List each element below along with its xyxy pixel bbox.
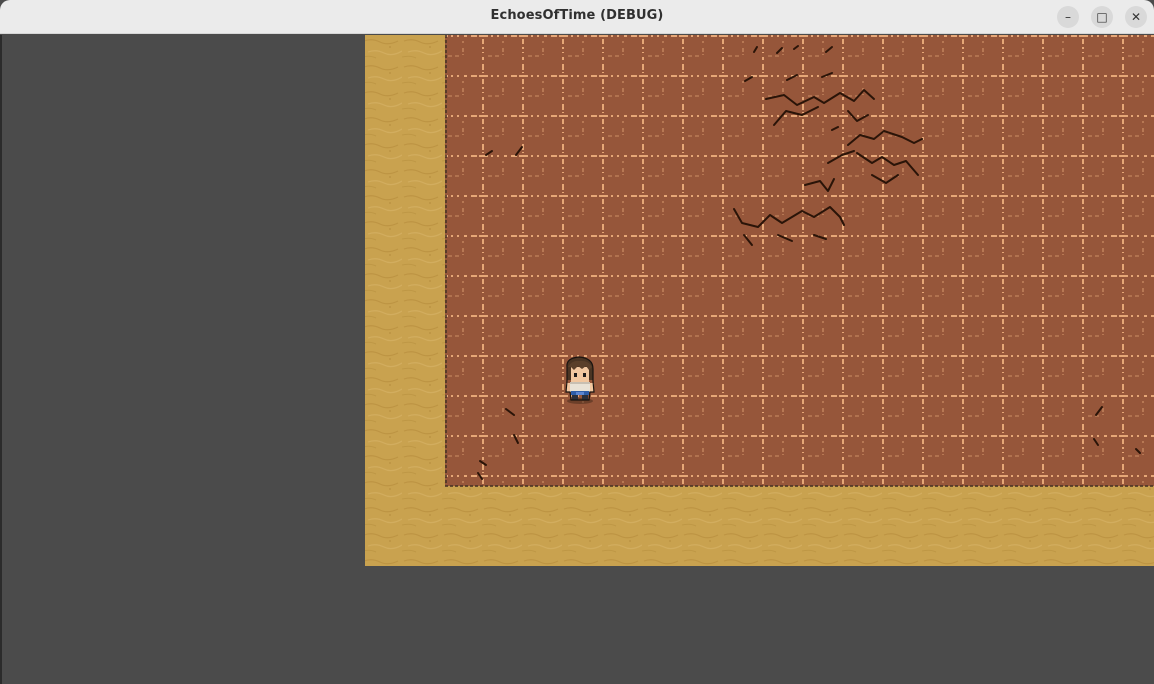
- maximize-button[interactable]: □: [1091, 6, 1113, 28]
- brick-floor: [445, 35, 1154, 486]
- close-icon: ✕: [1130, 10, 1142, 24]
- app-window: EchoesOfTime (DEBUG) – □ ✕: [0, 0, 1154, 684]
- window-title: EchoesOfTime (DEBUG): [490, 8, 664, 23]
- maximize-icon: □: [1096, 10, 1108, 24]
- minimize-button[interactable]: –: [1057, 6, 1079, 28]
- title-bar[interactable]: EchoesOfTime (DEBUG) – □ ✕: [0, 0, 1154, 34]
- game-viewport[interactable]: [2, 35, 1154, 684]
- game-scene: [365, 35, 1154, 566]
- close-button[interactable]: ✕: [1125, 6, 1147, 28]
- minimize-icon: –: [1065, 10, 1071, 24]
